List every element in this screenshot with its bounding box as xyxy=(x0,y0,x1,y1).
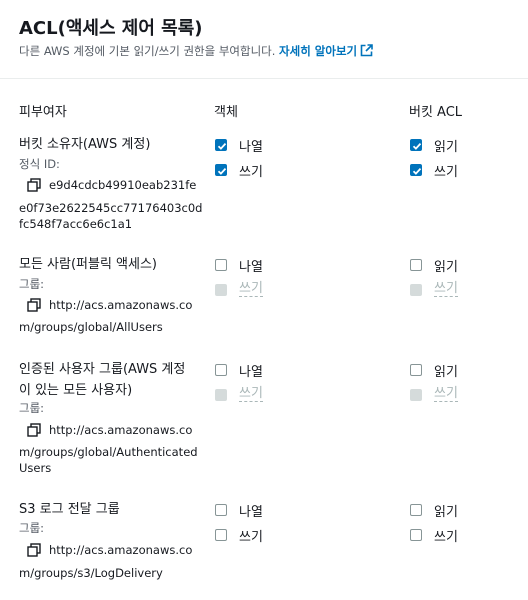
authenticated-objects-write-label: 쓰기 xyxy=(239,386,263,402)
everyone-objects-list-label: 나열 xyxy=(239,260,263,275)
log-delivery-acl-read-label: 읽기 xyxy=(434,505,458,520)
everyone-acl-read-checkbox[interactable] xyxy=(410,259,422,271)
check-icon xyxy=(217,167,227,175)
column-header-objects: 객체 xyxy=(214,105,238,120)
grantee-name-everyone: 모든 사람(퍼블릭 액세스) xyxy=(19,257,158,272)
column-header-bucket-acl: 버킷 ACL xyxy=(409,105,463,120)
log-delivery-acl-write-checkbox[interactable] xyxy=(410,529,422,541)
group-uri-line: http://acs.amazonaws.co xyxy=(49,298,193,312)
check-icon xyxy=(412,142,422,150)
group-label: 그룹: xyxy=(19,277,45,291)
owner-objects-write-checkbox[interactable] xyxy=(215,164,227,176)
copy-icon xyxy=(27,423,41,437)
authenticated-objects-list-checkbox[interactable] xyxy=(215,364,227,376)
acl-header: ACL(액세스 제어 목록) 다른 AWS 계정에 기본 읽기/쓰기 권한을 부… xyxy=(0,0,528,79)
log-delivery-objects-write-checkbox[interactable] xyxy=(215,529,227,541)
log-delivery-objects-list-label: 나열 xyxy=(239,505,263,520)
column-header-grantee: 피부여자 xyxy=(19,105,67,120)
log-delivery-acl-write-label: 쓰기 xyxy=(434,530,458,545)
canonical-id-line: e0f73e2622545cc77176403c0d xyxy=(19,201,203,215)
group-label: 그룹: xyxy=(19,401,45,415)
log-delivery-objects-list-checkbox[interactable] xyxy=(215,504,227,516)
canonical-id-line: e9d4cdcb49910eab231fe xyxy=(49,178,197,192)
group-uri-line: Users xyxy=(19,461,52,475)
copy-icon xyxy=(27,543,41,557)
check-icon xyxy=(412,167,422,175)
group-uri-line: m/groups/s3/LogDelivery xyxy=(19,566,163,580)
external-link-icon xyxy=(360,44,373,57)
grantee-name-bucket-owner: 버킷 소유자(AWS 계정) xyxy=(19,137,151,152)
everyone-objects-write-checkbox xyxy=(215,284,227,296)
owner-acl-write-checkbox[interactable] xyxy=(410,164,422,176)
grantee-name-log-delivery: S3 로그 전달 그룹 xyxy=(19,502,120,517)
canonical-id-label: 정식 ID: xyxy=(19,157,60,171)
owner-acl-read-label: 읽기 xyxy=(434,140,458,155)
everyone-acl-write-checkbox xyxy=(410,284,422,296)
copy-icon xyxy=(27,298,41,312)
grantee-name-authenticated-users: 인증된 사용자 그룹(AWS 계정이 있는 모든 사용자) xyxy=(19,362,186,398)
authenticated-objects-list-label: 나열 xyxy=(239,365,263,380)
group-label: 그룹: xyxy=(19,521,45,535)
authenticated-acl-read-checkbox[interactable] xyxy=(410,364,422,376)
copy-icon xyxy=(27,178,41,192)
authenticated-objects-write-checkbox xyxy=(215,389,227,401)
learn-more-label: 자세히 알아보기 xyxy=(279,44,358,58)
everyone-acl-read-label: 읽기 xyxy=(434,260,458,275)
everyone-objects-write-label: 쓰기 xyxy=(239,281,263,297)
authenticated-acl-write-checkbox xyxy=(410,389,422,401)
learn-more-link[interactable]: 자세히 알아보기 xyxy=(279,44,373,58)
owner-acl-write-label: 쓰기 xyxy=(434,165,458,180)
owner-acl-read-checkbox[interactable] xyxy=(410,139,422,151)
group-uri-line: m/groups/global/Authenticated xyxy=(19,445,198,459)
everyone-acl-write-label: 쓰기 xyxy=(434,281,458,297)
check-icon xyxy=(217,142,227,150)
canonical-id-line: fc548f7acc6e6c1a1 xyxy=(19,217,133,231)
log-delivery-acl-read-checkbox[interactable] xyxy=(410,504,422,516)
description-text: 다른 AWS 계정에 기본 읽기/쓰기 권한을 부여합니다. xyxy=(19,44,276,58)
group-uri-line: http://acs.amazonaws.co xyxy=(49,543,193,557)
owner-objects-write-label: 쓰기 xyxy=(239,165,263,180)
authenticated-acl-read-label: 읽기 xyxy=(434,365,458,380)
everyone-objects-list-checkbox[interactable] xyxy=(215,259,227,271)
owner-objects-list-label: 나열 xyxy=(239,140,263,155)
log-delivery-objects-write-label: 쓰기 xyxy=(239,530,263,545)
group-uri-line: http://acs.amazonaws.co xyxy=(49,423,193,437)
page-title: ACL(액세스 제어 목록) xyxy=(19,18,203,39)
group-uri-line: m/groups/global/AllUsers xyxy=(19,320,163,334)
owner-objects-list-checkbox[interactable] xyxy=(215,139,227,151)
authenticated-acl-write-label: 쓰기 xyxy=(434,386,458,402)
acl-description: 다른 AWS 계정에 기본 읽기/쓰기 권한을 부여합니다. 자세히 알아보기 xyxy=(19,43,373,59)
